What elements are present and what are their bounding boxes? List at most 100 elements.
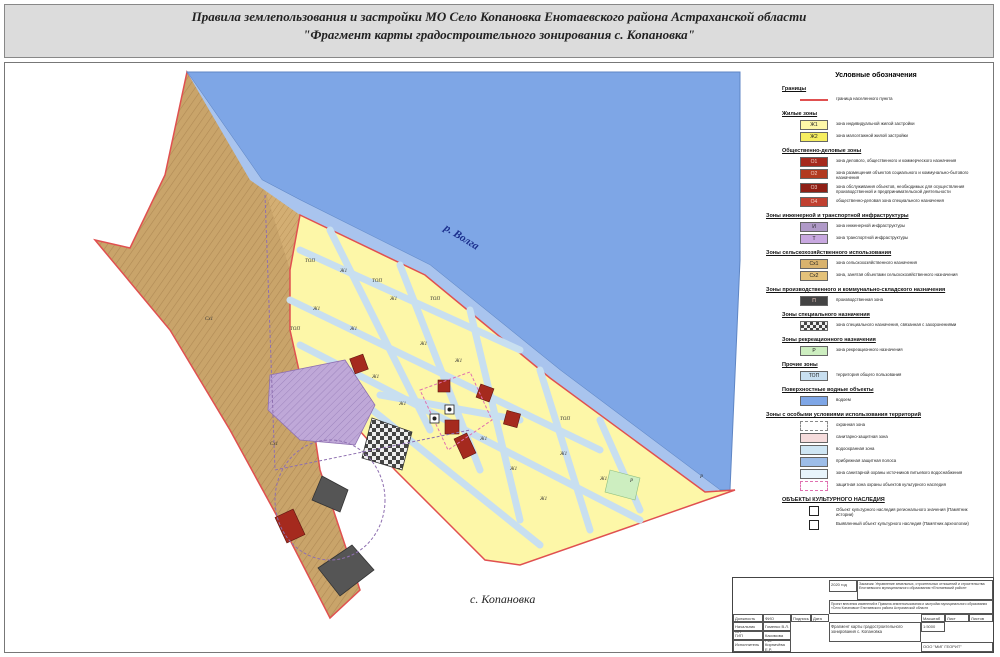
legend-item-text: граница населенного пункта bbox=[836, 96, 893, 101]
legend-item-text: территория общего пользования bbox=[836, 372, 902, 377]
legend-item: О4 общественно-деловая зона специального … bbox=[800, 197, 986, 208]
legend-item-text: Объект культурного наследия региональног… bbox=[836, 507, 968, 517]
legend-section-title: Границы bbox=[782, 86, 807, 92]
stamp-col-date: Дата bbox=[811, 614, 829, 622]
legend-section-title: ОБЪЕКТЫ КУЛЬТУРНОГО НАСЛЕДИЯ bbox=[782, 497, 885, 503]
stamp-sheet-title: Фрагмент карты градостроительного зониро… bbox=[829, 622, 921, 642]
legend-item: граница населенного пункта bbox=[800, 95, 986, 106]
legend-item: Ж1 зона индивидуальной жилой застройки bbox=[800, 120, 986, 131]
stamp-name-3: Кирпичёва Е.Р. bbox=[763, 640, 791, 652]
legend-swatch bbox=[809, 506, 819, 516]
stamp-col-sign: Подпись bbox=[791, 614, 811, 622]
zone-label: Сх1 bbox=[205, 317, 213, 322]
legend-swatch bbox=[800, 321, 828, 331]
zone-label: ТОП bbox=[430, 297, 440, 302]
legend-item: Ппроизводственная зона bbox=[800, 296, 986, 307]
legend-item: О1 зона делового, общественного и коммерч… bbox=[800, 157, 986, 168]
zone-label: Ж1 bbox=[419, 342, 427, 347]
zone-label: ТОП bbox=[560, 417, 570, 422]
legend-swatch bbox=[800, 433, 828, 443]
legend-item: Ж2 зона малоэтажной жилой застройки bbox=[800, 132, 986, 143]
legend-swatch: П bbox=[800, 296, 828, 306]
legend-section-title: Прочие зоны bbox=[782, 362, 818, 368]
legend-item: зона санитарной охраны источников питьев… bbox=[800, 469, 986, 480]
legend-item-text: водоохранная зона bbox=[836, 446, 875, 451]
zone-label: Ж1 bbox=[398, 402, 406, 407]
legend-item: водоем bbox=[800, 396, 986, 407]
legend-item-text: Выявленный объект культурного наследия (… bbox=[836, 521, 969, 526]
legend-swatch bbox=[800, 99, 828, 101]
legend-item-text: зона сельскохозяйственного назначения bbox=[836, 260, 917, 265]
zone-label: Ж1 bbox=[479, 437, 487, 442]
legend-swatch bbox=[800, 445, 828, 455]
heritage-object-icon-2[interactable] bbox=[429, 413, 440, 424]
legend-swatch: О4 bbox=[800, 197, 828, 207]
legend-swatch: Ж1 bbox=[800, 120, 828, 130]
legend-section-title: Общественно-деловые зоны bbox=[782, 148, 862, 154]
legend-swatch: И bbox=[800, 222, 828, 232]
stamp-name-0: ФИО bbox=[763, 614, 791, 622]
legend-item-text: санитарно-защитная зона bbox=[836, 434, 888, 439]
zone-label: Ж1 bbox=[509, 467, 517, 472]
legend-item-text: зона обслуживания объектов, необходимых … bbox=[836, 184, 965, 194]
legend-item-text: зона размещения объектов социального и к… bbox=[836, 170, 969, 180]
zone-label: Ж1 bbox=[559, 452, 567, 457]
legend-section-title: Зоны сельскохозяйственного использования bbox=[766, 250, 892, 256]
zone-label: Ж1 bbox=[539, 497, 547, 502]
legend-item-text: зона малоэтажной жилой застройки bbox=[836, 133, 908, 138]
legend-item: охранная зона bbox=[800, 421, 986, 432]
legend-section-title: Жилые зоны bbox=[782, 111, 818, 117]
legend-item: зона специального назначения, связанная … bbox=[800, 321, 986, 332]
heritage-object-icon[interactable] bbox=[444, 404, 455, 415]
legend-item-text: зона инженерной инфраструктуры bbox=[836, 223, 906, 228]
zone-label: ТОП bbox=[372, 279, 382, 284]
stamp-role-2: ГИП bbox=[733, 631, 763, 640]
legend-item-text: охранная зона bbox=[836, 422, 865, 427]
legend-section-title: Зоны рекреационного назначения bbox=[782, 337, 876, 343]
legend-item: Рзона рекреационного назначения bbox=[800, 346, 986, 357]
legend-swatch: ТОП bbox=[800, 371, 828, 381]
legend-swatch: Сх1 bbox=[800, 259, 828, 269]
stamp-stage-head-0: Масштаб bbox=[921, 614, 945, 622]
stamp-role-3: Исполнитель bbox=[733, 640, 763, 652]
legend-swatch bbox=[800, 457, 828, 467]
legend-swatch: О2 bbox=[800, 169, 828, 179]
legend-item: Сх2 зона, занятая объектами сельскохозяйс… bbox=[800, 271, 986, 282]
zone-label: ТОП bbox=[290, 327, 300, 332]
map-legend: Условные обозначения Границы граница насел… bbox=[766, 70, 986, 575]
legend-swatch: Р bbox=[800, 346, 828, 356]
legend-item-text: зона делового, общественного и коммерчес… bbox=[836, 158, 957, 163]
stamp-org: ООО "МИГ ГЕОРИТ" bbox=[921, 642, 993, 652]
zone-label: Ж1 bbox=[349, 327, 357, 332]
legend-swatch bbox=[800, 396, 828, 406]
zone-label: ТОП bbox=[305, 259, 315, 264]
stamp-name-1: Гоменко В.Л. bbox=[763, 622, 791, 631]
legend-item-text: зона индивидуальной жилой застройки bbox=[836, 121, 915, 126]
zone-label: Ж1 bbox=[454, 359, 462, 364]
legend-title: Условные обозначения bbox=[835, 72, 917, 79]
legend-swatch bbox=[800, 481, 828, 491]
legend-item-text: зона, занятая объектами сельскохозяйстве… bbox=[836, 272, 958, 277]
legend-item-text: общественно-деловая зона специального на… bbox=[836, 198, 944, 203]
zone-label: Р bbox=[629, 479, 633, 484]
legend-section-title: Зоны специального назначения bbox=[782, 312, 870, 318]
legend-item: Изона инженерной инфраструктуры bbox=[800, 222, 986, 233]
zone-label: Ж1 bbox=[599, 477, 607, 482]
stamp-scale: 1:5000 bbox=[921, 622, 945, 632]
legend-item: О2 зона размещения объектов социального и… bbox=[800, 169, 986, 180]
legend-item: Тзона транспортной инфраструктуры bbox=[800, 234, 986, 245]
legend-item-text: зона транспортной инфраструктуры bbox=[836, 235, 909, 240]
stamp-project: Проект внесения изменений в Правила земл… bbox=[829, 600, 993, 614]
legend-section-title: Зоны инженерной и транспортной инфрастру… bbox=[766, 213, 909, 219]
legend-item: О3 зона обслуживания объектов, необходимы… bbox=[800, 183, 986, 194]
zone-label: Ж1 bbox=[312, 307, 320, 312]
legend-section-title: Зоны с особыми условиями использования т… bbox=[766, 412, 922, 418]
zone-label: Ж1 bbox=[389, 297, 397, 302]
stamp-customer: Заказчик: Управление земельных, строител… bbox=[857, 580, 993, 600]
legend-swatch bbox=[809, 520, 819, 530]
legend-swatch: Сх2 bbox=[800, 271, 828, 281]
stamp-stage-head-2: Листов bbox=[969, 614, 993, 622]
legend-swatch: Ж2 bbox=[800, 132, 828, 142]
legend-item: водоохранная зона bbox=[800, 445, 986, 456]
legend-item: Сх1 зона сельскохозяйственного назначения bbox=[800, 259, 986, 270]
